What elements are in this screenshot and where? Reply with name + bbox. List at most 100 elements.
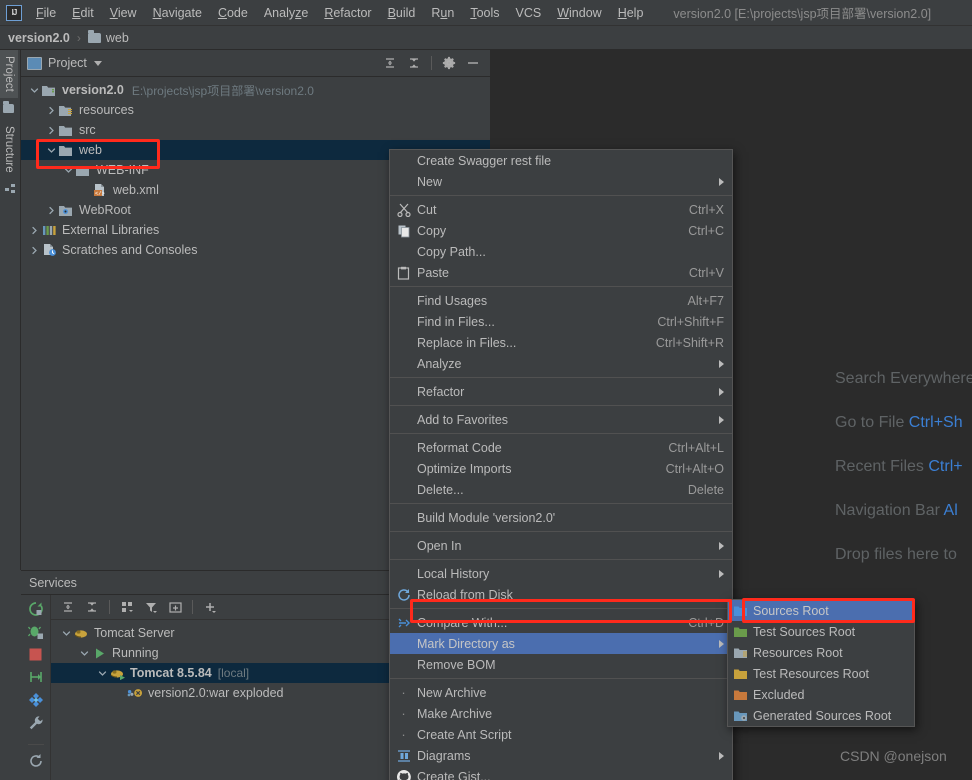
menu-help[interactable]: Help — [610, 3, 652, 23]
menu-item-create-ant-script[interactable]: · Create Ant Script — [390, 724, 732, 745]
menu-item-find-usages[interactable]: Find Usages Alt+F7 — [390, 290, 732, 311]
tree-node-version2-0[interactable]: version2.0 E:\projects\jsp项目部署\version2.0 — [21, 80, 490, 100]
sidebar-item-project[interactable]: Project — [0, 50, 18, 98]
chevron-down-icon[interactable] — [93, 60, 102, 66]
context-menu[interactable]: Create Swagger rest file New Cut Ctrl+X Copy… — [389, 149, 733, 780]
menu-item-replace-in-files[interactable]: Replace in Files... Ctrl+Shift+R — [390, 332, 732, 353]
menu-item-new-archive[interactable]: · New Archive — [390, 682, 732, 703]
hide-icon[interactable] — [462, 52, 484, 74]
refresh-icon[interactable] — [27, 744, 44, 769]
tree-node-src[interactable]: src — [21, 120, 490, 140]
test-sources-root-icon — [728, 626, 753, 638]
diagrams-icon — [390, 749, 417, 763]
filter-icon[interactable] — [140, 596, 162, 618]
tree-node-label: Scratches and Consoles — [62, 243, 198, 257]
editor-hint-shortcut: Ctrl+ — [923, 458, 963, 475]
menu-item-new[interactable]: New — [390, 171, 732, 192]
menu-item-label: Open In — [417, 538, 462, 553]
debug-icon[interactable] — [27, 624, 44, 640]
menu-separator — [390, 377, 732, 378]
chevron-down-icon[interactable] — [44, 146, 58, 155]
menu-item-copy[interactable]: Copy Ctrl+C — [390, 220, 732, 241]
menu-item-make-archive[interactable]: · Make Archive — [390, 703, 732, 724]
chevron-right-icon[interactable] — [44, 106, 58, 115]
chevron-down-icon[interactable] — [61, 166, 75, 175]
menu-build[interactable]: Build — [380, 3, 424, 23]
settings-icon[interactable] — [28, 692, 44, 708]
submenu-item-resources-root[interactable]: Resources Root — [728, 642, 914, 663]
dot-icon: · — [401, 685, 406, 700]
menu-item-compare-with[interactable]: Compare With... Ctrl+D — [390, 612, 732, 633]
collapse-all-icon[interactable] — [81, 596, 103, 618]
chevron-right-icon[interactable] — [44, 206, 58, 215]
submenu-item-test-sources-root[interactable]: Test Sources Root — [728, 621, 914, 642]
menu-item-diagrams[interactable]: Diagrams — [390, 745, 732, 766]
menu-item-local-history[interactable]: Local History — [390, 563, 732, 584]
menu-item-label: Add to Favorites — [417, 412, 509, 427]
menu-item-reload-from-disk[interactable]: Reload from Disk — [390, 584, 732, 605]
add-tab-icon[interactable] — [164, 596, 186, 618]
menu-item-find-in-files[interactable]: Find in Files... Ctrl+Shift+F — [390, 311, 732, 332]
submenu-item-test-resources-root[interactable]: Test Resources Root — [728, 663, 914, 684]
breadcrumb-folder[interactable]: web — [106, 31, 129, 45]
menu-item-shortcut: Ctrl+X — [688, 202, 724, 217]
menu-item-analyze[interactable]: Analyze — [390, 353, 732, 374]
gear-icon[interactable] — [438, 52, 460, 74]
tree-node-resources[interactable]: resources — [21, 100, 490, 120]
menu-view[interactable]: View — [102, 3, 145, 23]
excluded-icon — [728, 689, 753, 701]
menu-refactor[interactable]: Refactor — [316, 3, 379, 23]
deploy-icon[interactable] — [28, 669, 44, 685]
menu-window[interactable]: Window — [549, 3, 609, 23]
menu-item-mark-directory-as[interactable]: Mark Directory as — [390, 633, 732, 654]
submenu-arrow-icon — [719, 639, 724, 648]
chevron-right-icon[interactable] — [27, 246, 41, 255]
menu-vcs[interactable]: VCS — [508, 3, 550, 23]
menu-code[interactable]: Code — [210, 3, 256, 23]
submenu-item-excluded[interactable]: Excluded — [728, 684, 914, 705]
expand-all-icon[interactable] — [57, 596, 79, 618]
menu-item-open-in[interactable]: Open In — [390, 535, 732, 556]
menu-item-remove-bom[interactable]: Remove BOM — [390, 654, 732, 675]
menu-item-create-swagger-rest-file[interactable]: Create Swagger rest file — [390, 150, 732, 171]
rerun-icon[interactable] — [28, 601, 44, 617]
submenu-item-sources-root[interactable]: Sources Root — [728, 600, 914, 621]
chevron-down-icon[interactable] — [77, 649, 91, 658]
menu-item-label: Optimize Imports — [417, 461, 512, 476]
menu-file[interactable]: File — [28, 3, 64, 23]
menu-analyze[interactable]: Analyze — [256, 3, 316, 23]
menu-item-build-module-version2-0[interactable]: Build Module 'version2.0' — [390, 507, 732, 528]
collapse-all-icon[interactable] — [403, 52, 425, 74]
wrench-icon[interactable] — [28, 715, 44, 731]
left-tool-window-bar: Project Structure — [0, 50, 21, 570]
tree-node-label: WEB-INF — [96, 163, 149, 177]
menu-item-cut[interactable]: Cut Ctrl+X — [390, 199, 732, 220]
menu-item-reformat-code[interactable]: Reformat Code Ctrl+Alt+L — [390, 437, 732, 458]
stop-icon[interactable] — [28, 647, 43, 662]
web-folder-icon — [58, 204, 75, 217]
breadcrumb-project[interactable]: version2.0 — [8, 31, 70, 45]
sidebar-item-structure[interactable]: Structure — [0, 120, 18, 179]
chevron-right-icon[interactable] — [27, 226, 41, 235]
menu-item-delete[interactable]: Delete... Delete — [390, 479, 732, 500]
menu-item-copy-path[interactable]: Copy Path... — [390, 241, 732, 262]
menu-item-create-gist[interactable]: Create Gist... — [390, 766, 732, 780]
menu-item-refactor[interactable]: Refactor — [390, 381, 732, 402]
chevron-down-icon[interactable] — [59, 629, 73, 638]
menu-run[interactable]: Run — [423, 3, 462, 23]
chevron-down-icon[interactable] — [95, 669, 109, 678]
menu-edit[interactable]: Edit — [64, 3, 102, 23]
menu-navigate[interactable]: Navigate — [145, 3, 210, 23]
chevron-right-icon[interactable] — [44, 126, 58, 135]
submenu-item-generated-sources-root[interactable]: Generated Sources Root — [728, 705, 914, 726]
menu-tools[interactable]: Tools — [462, 3, 507, 23]
group-icon[interactable] — [116, 596, 138, 618]
menu-item-optimize-imports[interactable]: Optimize Imports Ctrl+Alt+O — [390, 458, 732, 479]
add-icon[interactable] — [199, 596, 221, 618]
menu-item-add-to-favorites[interactable]: Add to Favorites — [390, 409, 732, 430]
chevron-down-icon[interactable] — [27, 86, 41, 95]
menu-item-paste[interactable]: Paste Ctrl+V — [390, 262, 732, 283]
expand-all-icon[interactable] — [379, 52, 401, 74]
mark-directory-as-submenu[interactable]: Sources Root Test Sources Root Resources R… — [727, 599, 915, 727]
menu-item-shortcut: Ctrl+Alt+L — [668, 440, 724, 455]
